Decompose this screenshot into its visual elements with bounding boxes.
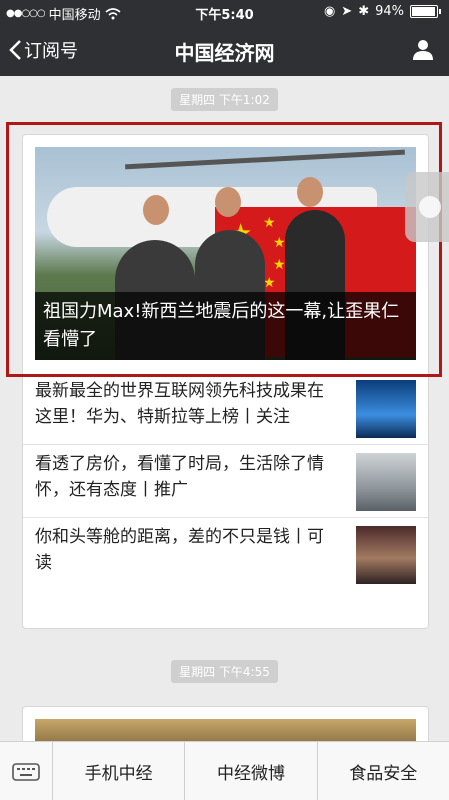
list-item-title: 最新最全的世界互联网领先科技成果在这里！华为、特斯拉等上榜丨关注 <box>35 381 324 427</box>
list-item-thumbnail <box>356 453 416 511</box>
list-item[interactable]: 最新最全的世界互联网领先科技成果在这里！华为、特斯拉等上榜丨关注 <box>23 372 428 444</box>
menu-item-mobile[interactable]: 手机中经 <box>53 742 186 800</box>
list-item-title: 看透了房价，看懂了时局，生活除了情怀，还有态度丨推广 <box>35 454 324 500</box>
timestamp-label: 星期四 下午1:02 <box>171 88 278 111</box>
page-title: 中国经济网 <box>174 41 275 65</box>
list-item[interactable]: 你和头等舱的距离，差的不只是钱丨可读 <box>23 517 428 590</box>
timestamp-label: 星期四 下午4:55 <box>171 660 278 683</box>
bottom-menu: 手机中经 中经微博 食品安全 <box>0 741 449 800</box>
highlight-box <box>6 122 442 377</box>
bluetooth-icon: ✱ <box>358 4 370 19</box>
keyboard-icon <box>12 763 40 781</box>
list-item-thumbnail <box>356 380 416 438</box>
message-timestamp: 星期四 下午1:02 <box>0 88 449 111</box>
list-item-title: 你和头等舱的距离，差的不只是钱丨可读 <box>35 527 324 573</box>
person-icon[interactable] <box>411 37 435 61</box>
list-item-thumbnail <box>356 526 416 584</box>
battery-icon <box>410 5 438 18</box>
battery-percent: 94% <box>375 4 404 19</box>
list-item[interactable]: 看透了房价，看懂了时局，生活除了情怀，还有态度丨推广 <box>23 444 428 517</box>
orientation-lock-icon: ◉ <box>323 4 336 19</box>
menu-item-weibo[interactable]: 中经微博 <box>185 742 318 800</box>
menu-item-food-safety[interactable]: 食品安全 <box>318 742 449 800</box>
battery-cap <box>439 9 441 14</box>
location-icon: ➤ <box>341 4 353 19</box>
status-bar: ●●○○○ 中国移动 下午5:40 ◉ ➤ ✱ 94% <box>0 0 449 24</box>
keyboard-toggle-button[interactable] <box>0 742 53 800</box>
message-timestamp: 星期四 下午4:55 <box>0 660 449 683</box>
assistive-touch-button[interactable] <box>405 172 449 242</box>
nav-bar: 订阅号 中国经济网 <box>0 24 449 76</box>
